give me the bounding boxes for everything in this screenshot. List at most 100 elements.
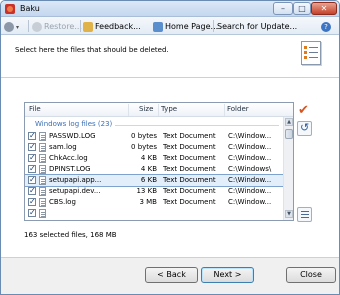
scroll-up-arrow[interactable]: ▲ [285,118,293,126]
row-checkbox[interactable] [28,185,36,196]
file-type: Text Document [163,143,216,151]
undo-selection-button[interactable] [297,121,312,136]
row-checkbox[interactable] [28,196,36,207]
scroll-down-arrow[interactable]: ▼ [285,210,293,218]
file-type: Text Document [163,165,216,173]
window-title: Baku [20,4,40,13]
menu-toolbar: ▾ Restore... Feedback... Home Page... Se… [1,17,339,35]
file-type: Text Document [163,198,216,206]
file-name: PASSWD.LOG [49,132,96,140]
file-name: ChkAcc.log [49,154,88,162]
file-folder: C:\Window... [228,132,272,140]
table-row[interactable]: setupapi.dev... 13 KB Text Document C:\W… [25,185,283,197]
homepage-button[interactable]: Home Page... [153,20,218,33]
row-checkbox[interactable] [28,207,36,218]
text-file-icon [39,209,46,218]
text-file-icon [39,165,46,174]
instruction-text: Select here the files that should be del… [15,46,169,54]
restore-icon [32,21,42,32]
column-divider[interactable] [158,104,159,116]
file-size: 4 KB [140,154,157,162]
help-icon: ? [321,21,331,32]
list-header: File Size Type Folder [25,103,293,117]
table-row-partial[interactable] [25,207,283,219]
table-row[interactable]: PASSWD.LOG 0 bytes Text Document C:\Wind… [25,130,283,142]
file-folder: C:\Window... [228,187,272,195]
back-button[interactable]: < Back [145,267,198,283]
group-divider [115,125,279,126]
dropdown-arrow-icon: ▾ [16,24,20,31]
search-updates-label: Search for Update... [217,22,298,31]
file-folder: C:\Window... [228,176,272,184]
homepage-icon [153,21,163,32]
file-size: 3 MB [139,198,157,206]
column-divider[interactable] [128,104,129,116]
toolbar-divider [213,20,214,32]
file-folder: C:\Window... [228,198,272,206]
file-list[interactable]: File Size Type Folder Windows log files … [24,102,294,221]
column-header-size[interactable]: Size [139,105,153,113]
text-file-icon [39,154,46,163]
table-row[interactable]: sam.log 0 bytes Text Document C:\Window.… [25,141,283,153]
file-size: 13 KB [136,187,157,195]
text-file-icon [39,143,46,152]
next-button[interactable]: Next > [201,267,254,283]
search-updates-button[interactable]: Search for Update... [217,20,297,33]
table-row[interactable]: DPINST.LOG 4 KB Text Document C:\Windows… [25,163,283,175]
vertical-scrollbar[interactable]: ▲ ▼ [283,117,293,220]
help-button[interactable]: ? [321,20,333,33]
restore-button[interactable]: Restore... [32,20,82,33]
column-divider[interactable] [224,104,225,116]
row-checkbox[interactable] [28,163,36,174]
file-folder: C:\Windows\ [228,165,272,173]
homepage-label: Home Page... [165,22,219,31]
minimize-button[interactable]: – [273,2,293,15]
toolbar-divider [28,20,29,32]
feedback-button[interactable]: Feedback... [83,20,141,33]
file-size: 0 bytes [131,132,157,140]
title-bar: Baku – □ ✕ [1,1,339,17]
table-row-selected[interactable]: setupapi.app... 6 KB Text Document C:\Wi… [25,174,284,187]
text-file-icon [39,198,46,207]
row-checkbox[interactable] [28,130,36,141]
app-icon [5,4,15,14]
close-button[interactable]: Close [286,267,336,283]
selection-summary: 163 selected files, 168 MB [24,231,117,239]
select-all-button[interactable] [297,103,312,119]
close-window-button[interactable]: ✕ [311,2,337,15]
feedback-label: Feedback... [95,22,141,31]
file-size: 6 KB [140,176,157,184]
gear-icon [4,21,14,32]
toolbar-divider [80,20,81,32]
file-type: Text Document [163,187,216,195]
row-checkbox[interactable] [28,174,36,185]
row-checkbox[interactable] [28,141,36,152]
file-name: CBS.log [49,198,76,206]
table-row[interactable]: CBS.log 3 MB Text Document C:\Window... [25,196,283,208]
text-file-icon [39,187,46,196]
settings-menu-button[interactable]: ▾ [4,20,19,33]
file-name: setupapi.dev... [49,187,101,195]
column-header-file[interactable]: File [29,105,41,113]
checklist-icon [301,41,321,65]
scroll-thumb[interactable] [285,129,293,139]
feedback-icon [83,21,93,32]
maximize-button[interactable]: □ [293,2,311,15]
file-size: 0 bytes [131,143,157,151]
file-size: 4 KB [140,165,157,173]
file-rows: PASSWD.LOG 0 bytes Text Document C:\Wind… [25,130,284,219]
text-file-icon [39,176,46,185]
column-header-type[interactable]: Type [161,105,177,113]
file-type: Text Document [163,176,216,184]
header-divider [1,77,339,78]
text-file-icon [39,132,46,141]
restore-label: Restore... [44,22,82,31]
table-row[interactable]: ChkAcc.log 4 KB Text Document C:\Window.… [25,152,283,164]
properties-button[interactable] [297,207,312,222]
row-checkbox[interactable] [28,152,36,163]
file-name: DPINST.LOG [49,165,91,173]
file-type: Text Document [163,154,216,162]
file-folder: C:\Window... [228,154,272,162]
column-header-folder[interactable]: Folder [227,105,249,113]
file-name: sam.log [49,143,77,151]
